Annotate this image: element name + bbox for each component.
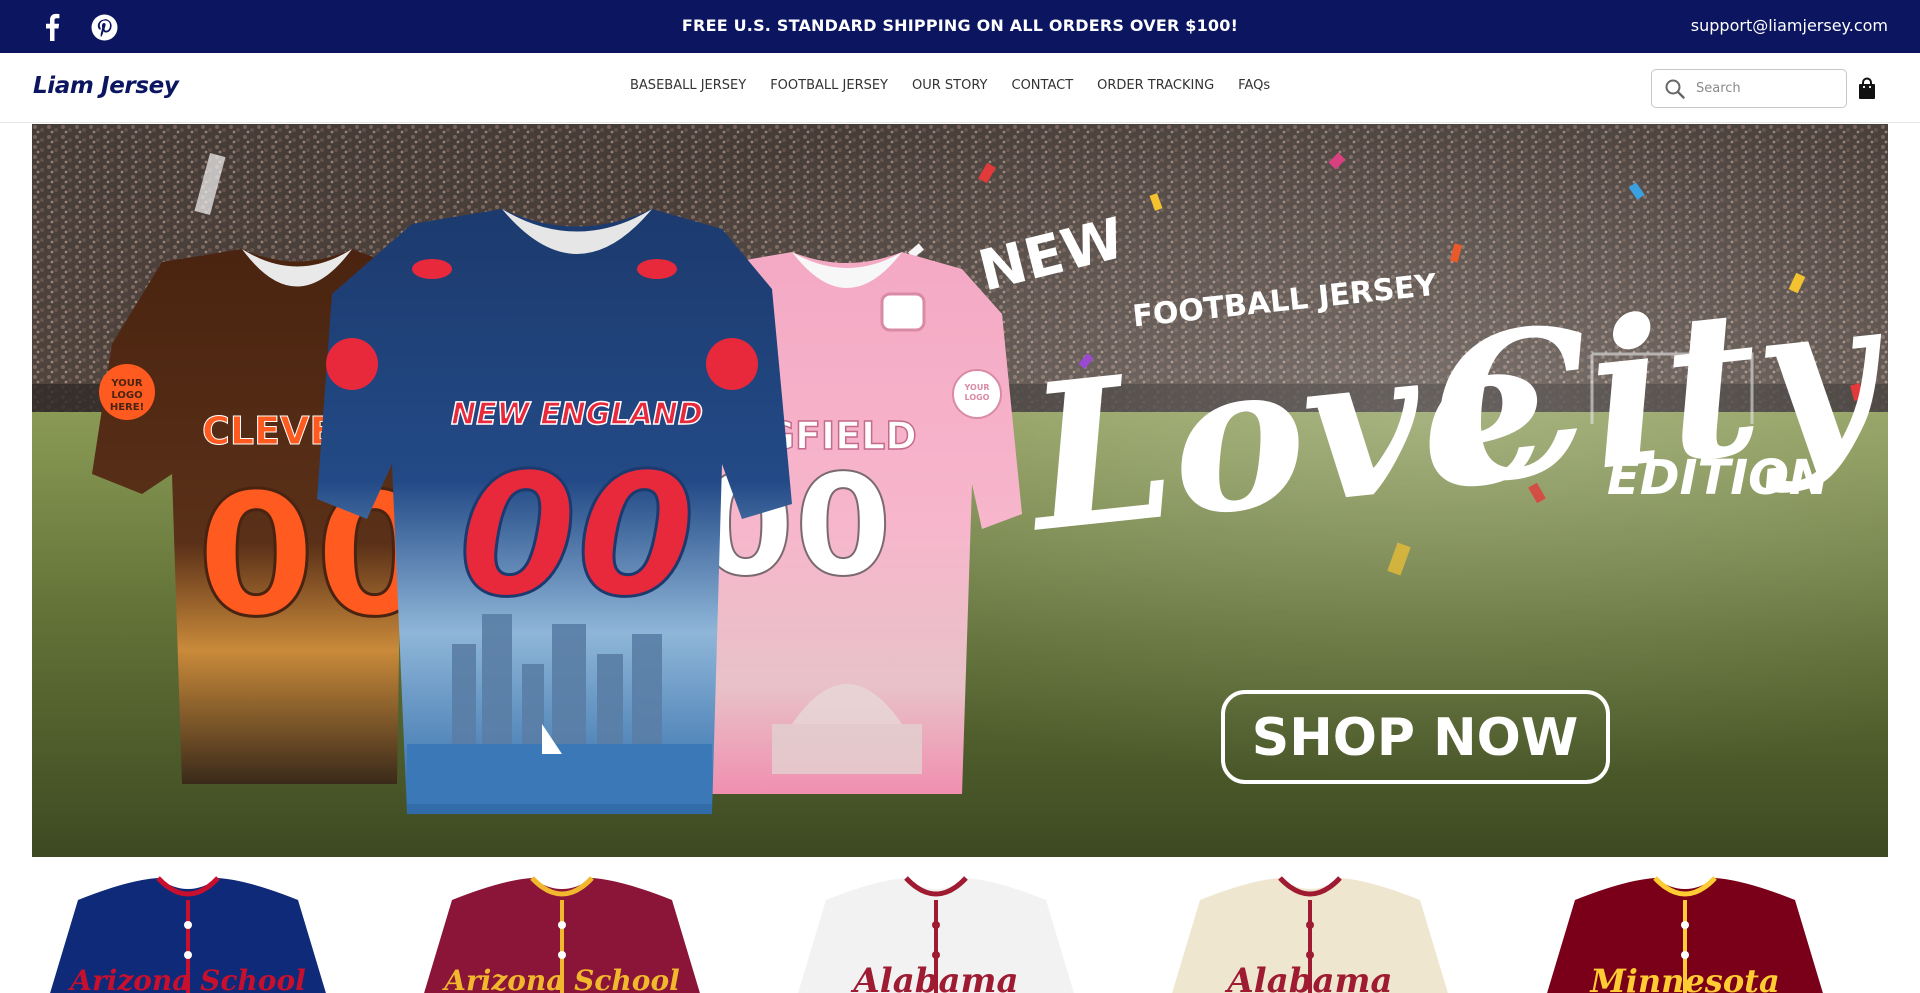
hero-banner[interactable]: YOUR LOGO HERE! CLEVEL 00 YOUR LOGO NGFI… [32, 124, 1888, 857]
svg-text:YOUR: YOUR [110, 378, 143, 389]
jersey-number: 00 [459, 437, 696, 635]
jersey-team-label: NEW ENGLAND [451, 397, 703, 432]
site-logo[interactable]: Liam Jersey [33, 73, 179, 99]
search-input[interactable] [1696, 81, 1836, 96]
headline-edition: EDITION [1607, 450, 1829, 506]
announcement-bar: FREE U.S. STANDARD SHIPPING ON ALL ORDER… [0, 0, 1920, 53]
product-script: Arizona School [67, 964, 306, 993]
nav-our-story[interactable]: OUR STORY [912, 78, 987, 93]
product-script: Alabama [1224, 961, 1392, 993]
main-nav: BASEBALL JERSEY FOOTBALL JERSEY OUR STOR… [630, 78, 1294, 93]
svg-text:YOUR: YOUR [964, 383, 990, 392]
support-email[interactable]: support@liamjersey.com [1691, 16, 1888, 35]
nav-faqs[interactable]: FAQs [1238, 78, 1270, 93]
nav-baseball-jersey[interactable]: BASEBALL JERSEY [630, 78, 746, 93]
nav-football-jersey[interactable]: FOOTBALL JERSEY [770, 78, 888, 93]
search-icon [1665, 79, 1685, 99]
shop-now-label: SHOP NOW [1252, 708, 1578, 768]
shopping-bag-icon[interactable] [1856, 77, 1878, 101]
nav-order-tracking[interactable]: ORDER TRACKING [1097, 78, 1214, 93]
product-script: Arizona School [441, 964, 680, 993]
nav-contact[interactable]: CONTACT [1012, 78, 1074, 93]
site-header: Liam Jersey BASEBALL JERSEY FOOTBALL JER… [0, 53, 1920, 123]
svg-text:LOGO: LOGO [965, 393, 990, 402]
product-card[interactable]: Alabama [1160, 870, 1460, 993]
product-card[interactable]: Alabama [786, 870, 1086, 993]
svg-text:LOGO: LOGO [111, 390, 142, 401]
product-card[interactable]: Minnesota [1535, 870, 1835, 993]
product-row: Arizona School Arizona School Alabama Al… [0, 870, 1920, 993]
product-card[interactable]: Arizona School [412, 870, 712, 993]
product-script: Alabama [850, 961, 1018, 993]
shipping-promo: FREE U.S. STANDARD SHIPPING ON ALL ORDER… [681, 16, 1239, 35]
product-script: Minnesota [1589, 962, 1779, 993]
search-box[interactable] [1651, 69, 1847, 108]
product-card[interactable]: Arizona School [38, 870, 338, 993]
svg-text:HERE!: HERE! [110, 402, 144, 413]
